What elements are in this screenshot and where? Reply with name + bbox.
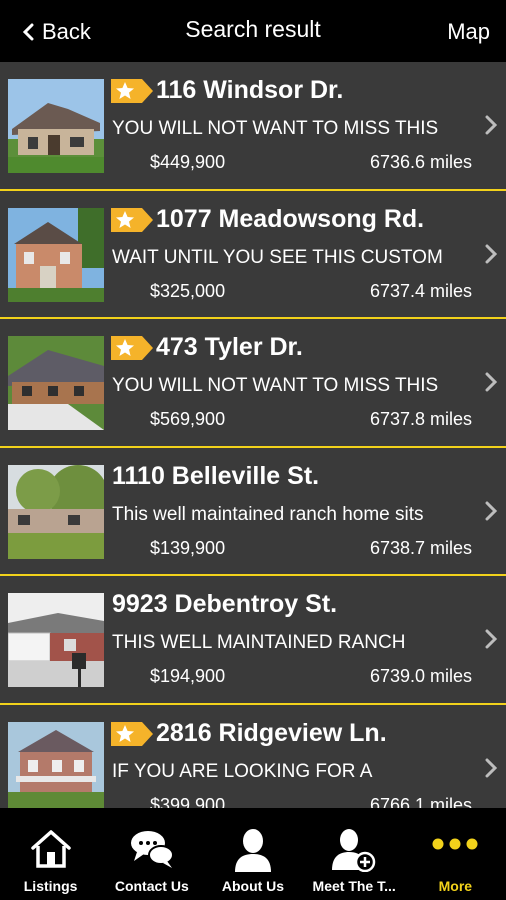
listing-description: This well maintained ranch home sits [112,503,424,525]
listing-photo [8,721,104,808]
featured-star-icon [111,79,153,103]
listing-price: $449,900 [150,152,226,172]
tab-label: About Us [221,878,285,894]
listing-price: $139,900 [150,537,226,558]
listing-address: 9923 Debentroy St. [112,590,338,618]
listing-price: $194,900 [150,666,226,686]
listing-row[interactable]: 1077 Meadowsong Rd. WAIT UNTIL YOU SEE T… [0,190,506,319]
listing-description: YOU WILL NOT WANT TO MISS THIS [112,375,439,396]
listing-address: 473 Tyler Dr. [156,333,303,361]
listing-description: THIS WELL MAINTAINED RANCH [112,632,406,653]
house-icon [30,830,71,868]
listing-distance: 6766.1 miles [369,794,472,809]
listing-distance: 6737.4 miles [369,280,472,301]
person-icon [234,829,271,872]
listing-price: $399,900 [150,794,226,809]
tab-contact-us[interactable]: Contact Us [101,808,202,900]
chevron-left-icon [22,23,34,41]
listing-distance: 6739.0 miles [369,666,472,686]
featured-star-icon [111,207,153,232]
more-dots-icon [432,838,478,850]
back-label: Back [42,19,91,44]
listing-photo [8,79,104,173]
listing-distance: 6737.8 miles [369,409,472,429]
listing-description: WAIT UNTIL YOU SEE THIS CUSTOM [112,246,443,268]
chevron-right-icon [485,372,498,392]
listing-description: IF YOU ARE LOOKING FOR A [112,760,373,782]
listing-distance: 6736.6 miles [369,152,472,172]
listing-row[interactable]: 473 Tyler Dr. YOU WILL NOT WANT TO MISS … [0,319,506,448]
listing-description: YOU WILL NOT WANT TO MISS THIS [112,118,439,139]
chevron-right-icon [485,115,498,135]
tab-bar: Listings Contact Us About Us Meet The T.… [0,808,506,900]
chat-bubbles-icon [130,831,174,868]
chevron-right-icon [485,501,498,520]
featured-star-icon [111,721,153,746]
listing-address: 1077 Meadowsong Rd. [156,204,425,233]
listing-row[interactable]: 9923 Debentroy St. THIS WELL MAINTAINED … [0,576,506,705]
listing-address: 116 Windsor Dr. [156,76,344,104]
tab-more[interactable]: More [405,808,506,900]
chevron-right-icon [485,244,498,263]
listing-photo [8,464,104,559]
tab-label: Listings [23,878,78,894]
listing-price: $325,000 [150,280,226,301]
tab-label: Contact Us [114,878,189,894]
listing-photo [8,207,104,302]
listing-address: 2816 Ridgeview Ln. [156,718,387,747]
listing-row[interactable]: 2816 Ridgeview Ln. IF YOU ARE LOOKING FO… [0,704,506,809]
chevron-right-icon [485,629,498,649]
featured-star-icon [111,336,153,360]
chevron-right-icon [485,758,498,777]
tab-meet-the-team[interactable]: Meet The T... [304,808,405,900]
tab-about-us[interactable]: About Us [202,808,303,900]
listing-photo [8,593,104,687]
listing-row[interactable]: 1110 Belleville St. This well maintained… [0,447,506,576]
back-button[interactable]: Back [22,18,91,46]
listing-price: $569,900 [150,409,226,429]
tab-label: Meet The T... [312,878,396,894]
listing-distance: 6738.7 miles [369,537,472,558]
tab-label: More [438,878,473,894]
listing-list[interactable]: 116 Windsor Dr. YOU WILL NOT WANT TO MIS… [0,62,506,808]
listing-photo [8,336,104,430]
listing-address: 1110 Belleville St. [112,461,320,490]
navigation-bar: Back Search result Map [0,0,506,62]
add-person-icon [332,829,376,872]
listing-row[interactable]: 116 Windsor Dr. YOU WILL NOT WANT TO MIS… [0,62,506,191]
tab-listings[interactable]: Listings [0,808,101,900]
map-button[interactable]: Map [447,19,490,45]
